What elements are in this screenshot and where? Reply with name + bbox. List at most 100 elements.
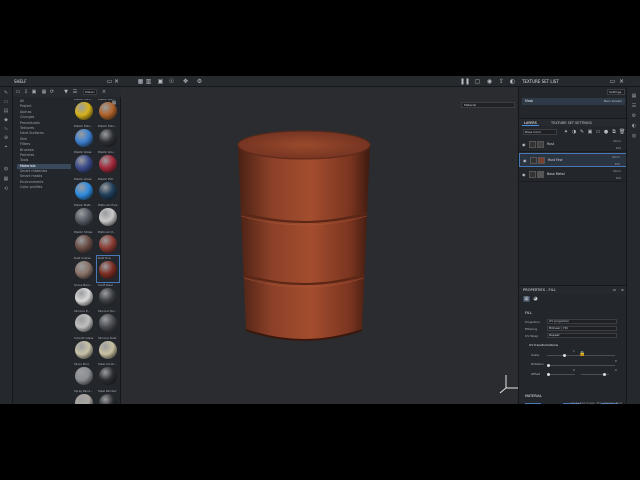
offset-x-slider[interactable] (547, 372, 575, 376)
shelf-material-item[interactable]: Platinum P... (97, 230, 119, 256)
uv-wrap-select[interactable]: Repeat (547, 333, 617, 338)
shelf-material-item[interactable]: Silicone Dust (97, 336, 119, 362)
export-icon[interactable]: ⇪ (498, 78, 505, 85)
visibility-eye-icon[interactable]: ◉ (522, 172, 527, 177)
shelf-material-item[interactable]: Rust Coarse (73, 256, 95, 282)
filter-icon[interactable]: ▼ (63, 89, 69, 95)
camera-icon[interactable]: ▣ (157, 78, 164, 85)
add-paint-layer-icon[interactable]: ✎ (579, 129, 585, 135)
shelf-material-item[interactable]: Plastic Stripe (73, 230, 95, 256)
shelf-material-item[interactable]: Silicone Tar... (97, 309, 119, 335)
axis-gizmo[interactable] (498, 372, 520, 394)
tab-layers[interactable]: LAYERS (522, 120, 539, 126)
shelf-material-item[interactable]: Scuff steel (97, 283, 119, 309)
layer-opacity[interactable]: 100 (616, 176, 621, 180)
layout-icon[interactable]: ▥ (145, 78, 152, 85)
texture-set-settings-select[interactable]: Settings (607, 89, 625, 95)
layers-icon[interactable]: ☰ (631, 103, 637, 109)
render-icon[interactable]: ▢ (474, 78, 481, 85)
import-icon[interactable]: ⇩ (23, 89, 29, 95)
layer-opacity[interactable]: 100 (616, 146, 621, 150)
shelf-material-item[interactable]: Plastic Gloss (73, 150, 95, 176)
paint-brush-icon[interactable]: ✎ (3, 91, 9, 96)
viewport-mode-select[interactable]: Material (461, 102, 515, 108)
polygon-fill-icon[interactable]: ◆ (3, 118, 9, 123)
layer-row[interactable]: ◉ Rust Fine Norm 100 (519, 153, 627, 167)
close-icon[interactable]: × (619, 287, 626, 294)
maximize-icon[interactable]: ▭ (609, 78, 616, 85)
shelf-material-item[interactable]: Plastic Glo... (97, 150, 119, 176)
shader-settings-icon[interactable]: ◍ (631, 133, 637, 139)
shelf-material-item[interactable]: Spray Paint... (73, 389, 95, 404)
screenshot-icon[interactable]: ◉ (486, 78, 493, 85)
close-icon[interactable]: × (618, 78, 625, 85)
display-icon[interactable]: ◐ (509, 78, 516, 85)
visibility-eye-icon[interactable]: ◉ (523, 158, 528, 163)
properties-icon[interactable]: ⚙ (631, 113, 637, 119)
shelf-toggle-icon[interactable]: ▦ (3, 177, 9, 182)
pause-icon[interactable]: ❚❚ (460, 78, 470, 85)
layer-blend-mode[interactable]: Norm (612, 155, 620, 159)
shelf-material-item[interactable]: Scene Bern... (73, 283, 95, 309)
channel-select[interactable]: Base Color (523, 129, 557, 135)
add-mask-icon[interactable]: ◑ (571, 129, 577, 135)
shelf-material-item[interactable]: Plastic Matt... (73, 203, 95, 229)
grid-icon[interactable]: ▦ (137, 78, 144, 85)
eraser-icon[interactable]: ▭ (3, 100, 9, 105)
add-fill-layer-icon[interactable]: ▣ (587, 129, 593, 135)
shelf-material-item[interactable]: Plastic Fabr... (73, 124, 95, 150)
texture-set-row[interactable]: Mask Main shader (522, 98, 625, 105)
fill-tab-icon[interactable]: ▦ (523, 296, 530, 302)
grid-view-icon[interactable]: ▦ (41, 89, 47, 95)
maximize-icon[interactable]: ▭ (611, 287, 618, 294)
layer-blend-mode[interactable]: Norm (613, 169, 621, 173)
refresh-icon[interactable]: ⟳ (49, 89, 55, 95)
smudge-icon[interactable]: ∿ (3, 127, 9, 132)
rotation-slider[interactable] (547, 363, 615, 367)
add-folder-icon[interactable]: ▭ (595, 129, 601, 135)
picker-icon[interactable]: ⌖ (3, 145, 9, 150)
shelf-material-item[interactable]: Plastic Gloss (73, 177, 95, 203)
rusty-barrel-model[interactable] (236, 125, 372, 345)
shelf-material-item[interactable]: Plastic PVC (97, 177, 119, 203)
transform-icon[interactable]: ✥ (182, 78, 189, 85)
shelf-material-item[interactable]: Silicone P... (73, 309, 95, 335)
shelf-material-item[interactable]: Rust Fine (96, 255, 120, 283)
color-icon[interactable]: ● (603, 129, 609, 135)
delete-icon[interactable]: 🗑 (619, 129, 625, 135)
new-folder-icon[interactable]: ▣ (31, 89, 37, 95)
layer-row[interactable]: ◉ Rust Norm 100 (519, 138, 627, 152)
shelf-material-item[interactable]: Smooth Glass (73, 336, 95, 362)
layer-blend-mode[interactable]: Norm (613, 139, 621, 143)
shelf-material-item[interactable]: Steel Painted (97, 389, 119, 404)
channel-color-button[interactable]: color (525, 403, 541, 404)
material-tab-icon[interactable]: ◕ (532, 296, 539, 302)
shelf-material-item[interactable]: Plastic Fabr... (97, 124, 119, 150)
shelf-category-item[interactable]: Color profiles (17, 185, 71, 190)
layer-row[interactable]: ◉ Base Metal Norm 100 (519, 168, 627, 182)
shelf-material-item[interactable]: Silver Pure (73, 362, 95, 388)
shelf-material-item[interactable]: Plastic Ma... (97, 99, 119, 123)
texture-set-list-icon[interactable]: ▦ (631, 93, 637, 99)
history-icon[interactable]: ⟲ (3, 187, 9, 192)
projection-select[interactable]: UV projection (547, 319, 617, 324)
maximize-icon[interactable]: ▭ (106, 78, 113, 85)
shelf-material-item[interactable]: Plastic Cart... (73, 99, 95, 123)
shelf-material-item[interactable]: Steel Acrob... (97, 362, 119, 388)
settings-icon[interactable]: ⚙ (196, 78, 203, 85)
list-view-icon[interactable]: ☰ (72, 89, 78, 95)
layer-opacity[interactable]: 100 (615, 162, 620, 166)
add-effect-icon[interactable]: ✦ (563, 129, 569, 135)
shader-select[interactable]: Main shader (604, 98, 622, 105)
duplicate-icon[interactable]: ⧉ (611, 129, 617, 135)
filtering-select[interactable]: Bilinear | HQ (547, 326, 617, 331)
folder-icon[interactable]: ▭ (15, 89, 21, 95)
clone-icon[interactable]: ⊕ (3, 136, 9, 141)
offset-y-slider[interactable] (581, 372, 609, 376)
shelf-search-input[interactable]: Materi (83, 89, 97, 95)
lock-icon[interactable]: 🔒 (579, 351, 585, 357)
shelf-material-item[interactable]: Platinum Pure (97, 203, 119, 229)
close-icon[interactable]: × (113, 78, 120, 85)
tab-close-icon[interactable]: × (101, 89, 107, 95)
display-settings-icon[interactable]: ◐ (631, 123, 637, 129)
